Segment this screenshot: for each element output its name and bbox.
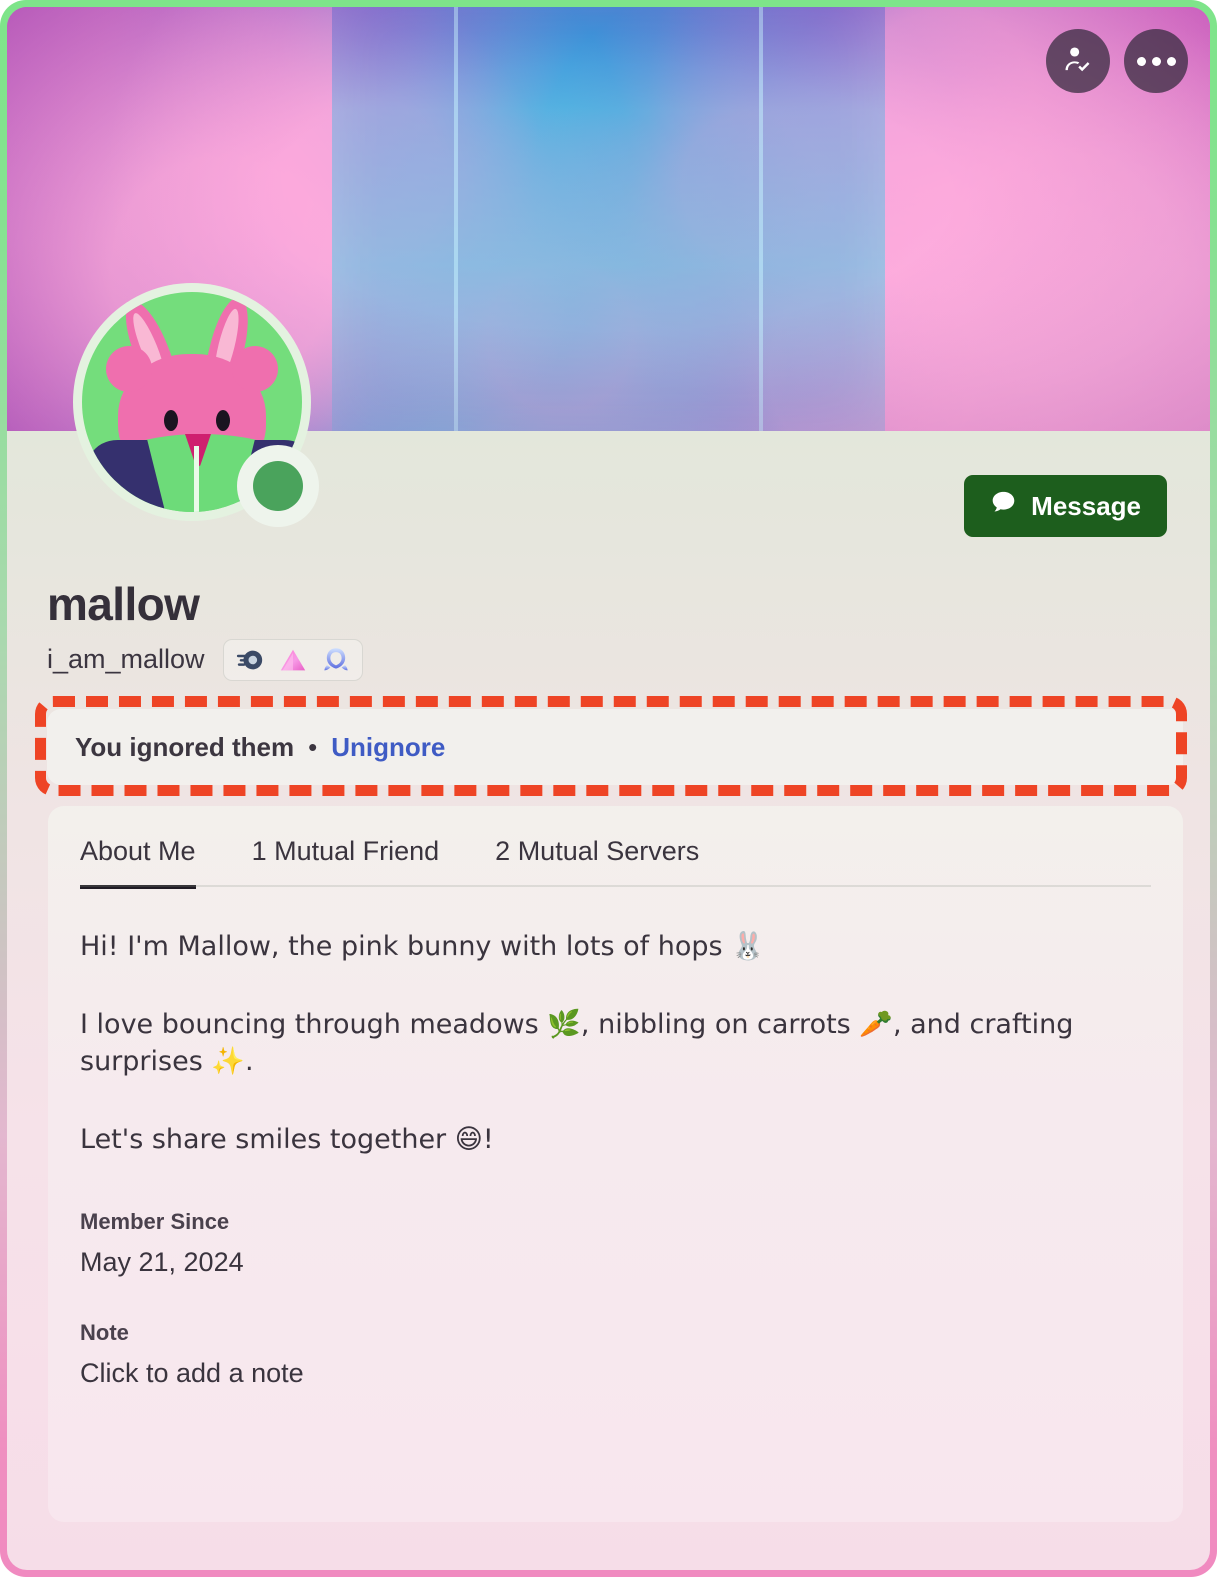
friend-status-button[interactable] [1046, 29, 1110, 93]
tab-mutual-friends[interactable]: 1 Mutual Friend [252, 836, 440, 889]
handle-row: i_am_mallow [47, 638, 363, 681]
username-label: i_am_mallow [47, 644, 205, 675]
speech-bubble-icon [990, 489, 1017, 523]
member-since-section: Member Since May 21, 2024 [48, 1201, 1183, 1278]
identity-block: mallow i_am_mallow [47, 579, 363, 681]
bio-line: Hi! I'm Mallow, the pink bunny with lots… [80, 931, 765, 962]
profile-content-card: About Me 1 Mutual Friend 2 Mutual Server… [48, 806, 1183, 1522]
message-button-label: Message [1031, 490, 1141, 521]
profile-tabs: About Me 1 Mutual Friend 2 Mutual Server… [48, 806, 1183, 889]
ignored-banner: You ignored them • Unignore [47, 709, 1183, 785]
ignored-banner-text: You ignored them [75, 731, 295, 762]
member-since-value: May 21, 2024 [80, 1246, 244, 1277]
member-since-label: Member Since [80, 1208, 230, 1234]
note-input[interactable]: Click to add a note [80, 1358, 1151, 1389]
bio-line: I love bouncing through meadows 🌿, nibbl… [80, 1009, 1074, 1077]
status-badge [237, 445, 319, 527]
ignored-banner-separator: • [308, 731, 318, 762]
note-section: Note Click to add a note [48, 1278, 1183, 1389]
bunny-eye-left-shape [164, 410, 178, 431]
tab-divider [80, 885, 1151, 887]
about-me-bio: Hi! I'm Mallow, the pink bunny with lots… [48, 887, 1183, 1159]
unignore-link[interactable]: Unignore [331, 732, 445, 763]
tab-about-me[interactable]: About Me [80, 836, 196, 889]
person-check-icon [1062, 44, 1094, 79]
more-options-button[interactable] [1124, 29, 1188, 93]
tab-mutual-servers[interactable]: 2 Mutual Servers [495, 836, 699, 889]
message-button[interactable]: Message [964, 475, 1167, 537]
profile-card-inner: Message mallow i_am_mallow You ignored t… [7, 7, 1210, 1570]
early-supporter-badge[interactable] [321, 645, 351, 675]
discord-nitro-badge[interactable] [235, 645, 265, 675]
bunny-eye-right-shape [216, 410, 230, 431]
user-profile-card: Message mallow i_am_mallow You ignored t… [0, 0, 1217, 1577]
bunny-zipper-shape [194, 446, 199, 512]
note-label: Note [80, 1319, 129, 1345]
page-title: mallow [47, 578, 200, 630]
hypesquad-brilliance-badge[interactable] [278, 645, 308, 675]
more-options-icon [1136, 56, 1176, 66]
header-actions [1046, 29, 1188, 93]
avatar[interactable] [73, 283, 319, 527]
bio-line: Let's share smiles together 😄! [80, 1124, 494, 1156]
badge-list [222, 638, 363, 681]
